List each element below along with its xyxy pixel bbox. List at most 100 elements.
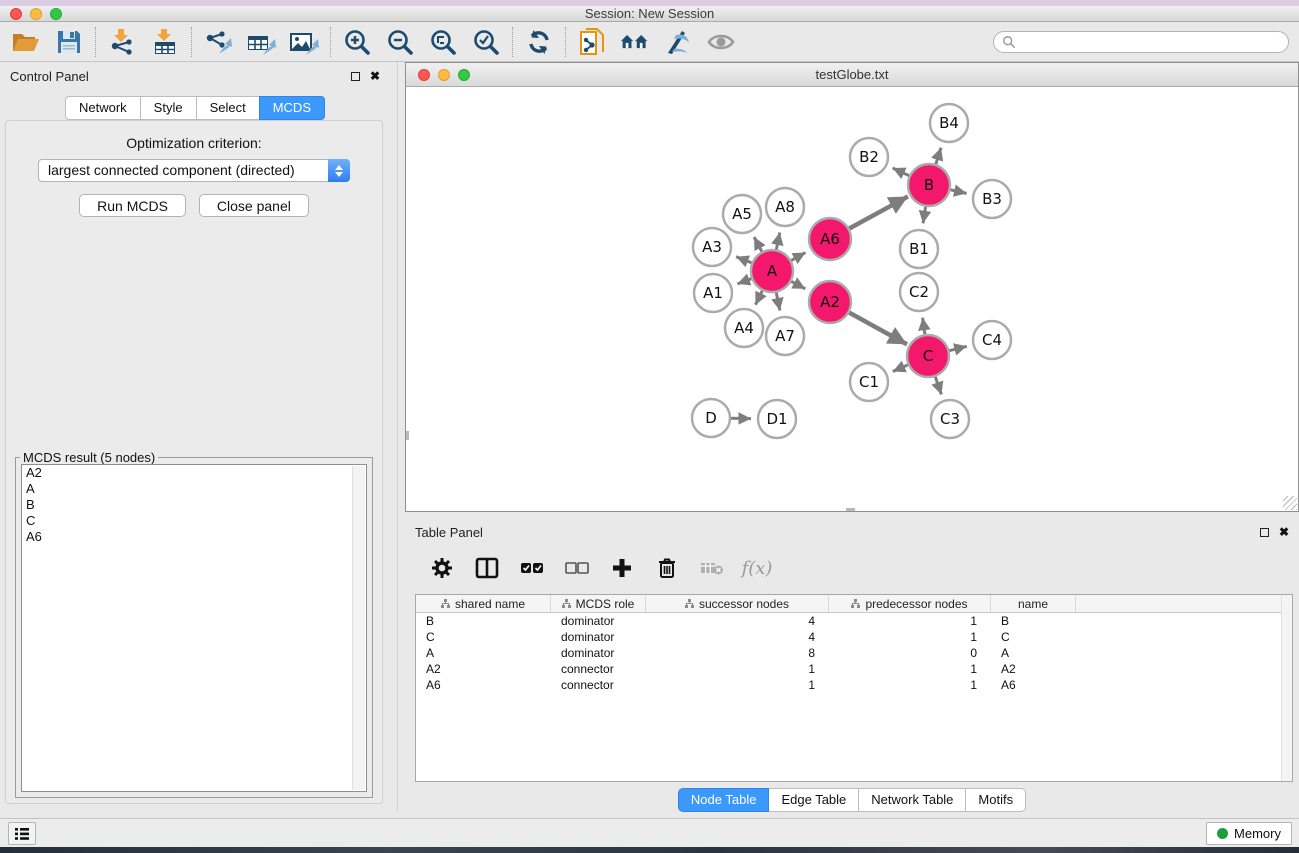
node-A5[interactable]: A5 <box>723 195 761 233</box>
edge-A-A3[interactable] <box>736 257 752 263</box>
function-builder-button[interactable]: f(x) <box>744 555 770 581</box>
edge-C-C2[interactable] <box>923 318 925 335</box>
zoom-selected-button[interactable] <box>471 27 501 57</box>
table-cell[interactable]: dominator <box>551 613 646 629</box>
edge-A-A7[interactable] <box>776 293 780 311</box>
node-table[interactable]: shared nameMCDS rolesuccessor nodesprede… <box>415 594 1293 782</box>
table-row[interactable]: Cdominator41C <box>416 629 1292 645</box>
table-tab-edge-table[interactable]: Edge Table <box>768 788 859 812</box>
node-D1[interactable]: D1 <box>758 400 796 438</box>
delete-table-button[interactable] <box>699 555 725 581</box>
create-column-button[interactable] <box>609 555 635 581</box>
show-hide-graphics-button[interactable] <box>706 27 736 57</box>
table-settings-button[interactable] <box>429 555 455 581</box>
network-canvas[interactable]: AA1A2A3A4A5A6A7A8BB1B2B3B4CC1C2C3C4DD1 <box>406 87 1298 511</box>
node-A2[interactable]: A2 <box>809 281 851 323</box>
edge-A6-B[interactable] <box>849 197 908 229</box>
close-panel-icon[interactable]: ✖ <box>370 71 380 81</box>
node-A3[interactable]: A3 <box>693 228 731 266</box>
table-row[interactable]: Bdominator41B <box>416 613 1292 629</box>
import-table-button[interactable] <box>150 27 180 57</box>
table-tab-motifs[interactable]: Motifs <box>965 788 1026 812</box>
table-cell[interactable]: 4 <box>646 629 829 645</box>
table-cell[interactable]: B <box>991 613 1076 629</box>
edge-B-B1[interactable] <box>923 207 926 224</box>
open-session-button[interactable] <box>11 27 41 57</box>
table-cell[interactable]: 1 <box>829 661 991 677</box>
node-A1[interactable]: A1 <box>694 274 732 312</box>
node-C4[interactable]: C4 <box>973 321 1011 359</box>
optimization-criterion-dropdown[interactable]: largest connected component (directed) <box>38 159 350 182</box>
table-cell[interactable]: A6 <box>991 677 1076 693</box>
column-header-successor-nodes[interactable]: successor nodes <box>646 595 829 612</box>
zoom-in-button[interactable] <box>342 27 372 57</box>
search-input[interactable] <box>1016 35 1280 49</box>
node-B2[interactable]: B2 <box>850 138 888 176</box>
table-close-panel-icon[interactable]: ✖ <box>1279 527 1289 537</box>
table-scrollbar[interactable] <box>1281 595 1292 781</box>
save-session-button[interactable] <box>54 27 84 57</box>
select-all-columns-button[interactable] <box>519 555 545 581</box>
refresh-button[interactable] <box>524 27 554 57</box>
result-item[interactable]: B <box>22 497 366 513</box>
table-cell[interactable]: B <box>416 613 551 629</box>
resize-grip[interactable] <box>1283 496 1297 510</box>
table-float-panel-icon[interactable] <box>1260 528 1269 537</box>
node-B4[interactable]: B4 <box>930 104 968 142</box>
mcds-result-list[interactable]: A2ABCA6 <box>21 464 367 792</box>
zoom-out-button[interactable] <box>385 27 415 57</box>
node-A7[interactable]: A7 <box>766 317 804 355</box>
table-tab-network-table[interactable]: Network Table <box>858 788 966 812</box>
table-cell[interactable]: A <box>416 645 551 661</box>
network-minimize-button[interactable] <box>438 69 450 81</box>
edge-C-C1[interactable] <box>893 365 908 372</box>
node-A8[interactable]: A8 <box>766 188 804 226</box>
table-cell[interactable]: 8 <box>646 645 829 661</box>
table-cell[interactable]: C <box>416 629 551 645</box>
edge-A-A8[interactable] <box>776 233 779 250</box>
table-tab-node-table[interactable]: Node Table <box>678 788 770 812</box>
edge-A-A6[interactable] <box>791 253 805 261</box>
close-panel-button[interactable]: Close panel <box>199 194 309 217</box>
network-graph[interactable]: AA1A2A3A4A5A6A7A8BB1B2B3B4CC1C2C3C4DD1 <box>406 87 1298 511</box>
result-item[interactable]: A2 <box>22 465 366 481</box>
network-zoom-button[interactable] <box>458 69 470 81</box>
edge-A-A1[interactable] <box>737 279 751 284</box>
column-header-name[interactable]: name <box>991 595 1076 612</box>
node-A[interactable]: A <box>751 250 793 292</box>
result-item[interactable]: A <box>22 481 366 497</box>
edge-B-B4[interactable] <box>936 148 941 164</box>
result-item[interactable]: C <box>22 513 366 529</box>
table-cell[interactable]: 1 <box>829 629 991 645</box>
table-cell[interactable]: dominator <box>551 629 646 645</box>
node-D[interactable]: D <box>692 399 730 437</box>
node-B[interactable]: B <box>908 164 950 206</box>
edge-C-C4[interactable] <box>949 346 967 350</box>
tab-mcds[interactable]: MCDS <box>259 96 325 120</box>
table-cell[interactable]: 0 <box>829 645 991 661</box>
result-scrollbar[interactable] <box>352 466 365 790</box>
run-mcds-button[interactable]: Run MCDS <box>79 194 186 217</box>
deselect-all-columns-button[interactable] <box>564 555 590 581</box>
table-cell[interactable]: 1 <box>829 613 991 629</box>
node-B3[interactable]: B3 <box>973 180 1011 218</box>
table-cell[interactable]: A <box>991 645 1076 661</box>
zoom-fit-button[interactable] <box>428 27 458 57</box>
node-C[interactable]: C <box>907 335 949 377</box>
network-close-button[interactable] <box>418 69 430 81</box>
node-C2[interactable]: C2 <box>900 273 938 311</box>
table-row[interactable]: A2connector11A2 <box>416 661 1292 677</box>
minimize-window-button[interactable] <box>30 8 42 20</box>
annotation-button[interactable] <box>663 27 693 57</box>
table-cell[interactable]: 1 <box>829 677 991 693</box>
export-table-button[interactable] <box>246 27 276 57</box>
close-window-button[interactable] <box>10 8 22 20</box>
tab-network[interactable]: Network <box>65 96 141 120</box>
export-network-button[interactable] <box>203 27 233 57</box>
tab-style[interactable]: Style <box>140 96 197 120</box>
edge-C-C3[interactable] <box>935 377 941 395</box>
table-cell[interactable]: connector <box>551 661 646 677</box>
edge-A2-C[interactable] <box>849 313 907 345</box>
memory-button[interactable]: Memory <box>1206 822 1292 845</box>
result-item[interactable]: A6 <box>22 529 366 545</box>
